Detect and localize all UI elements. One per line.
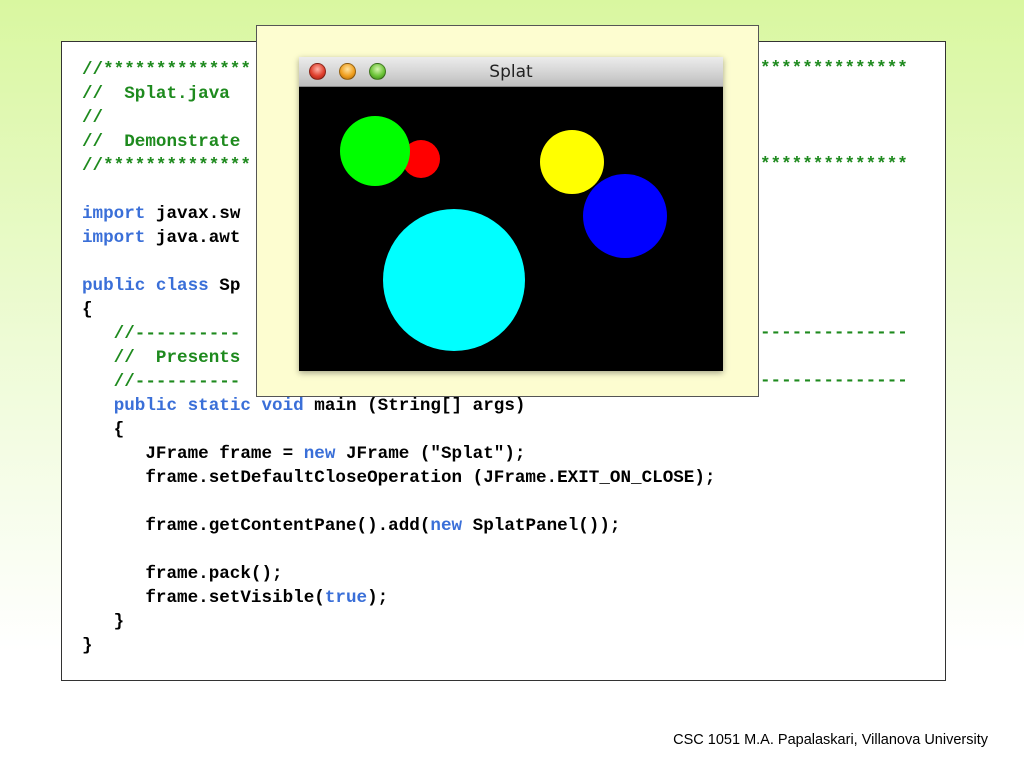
code-text: { [82, 300, 93, 320]
code-fragment-2: ************** [760, 155, 908, 175]
splat-circle [340, 116, 410, 186]
code-line: frame.pack(); [82, 562, 715, 586]
code-line: } [82, 610, 715, 634]
code-comment: //************** [82, 60, 251, 80]
code-text: frame.getContentPane().add( [82, 516, 431, 536]
code-comment: // Demonstrate [82, 132, 241, 152]
code-line: JFrame frame = new JFrame ("Splat"); [82, 442, 715, 466]
code-line: frame.setVisible(true); [82, 586, 715, 610]
code-comment: // Splat.java [82, 84, 230, 104]
code-line: } [82, 634, 715, 658]
code-text: Sp [208, 276, 241, 296]
code-line: frame.setDefaultCloseOperation (JFrame.E… [82, 466, 715, 490]
window-title: Splat [489, 62, 533, 82]
code-comment: // [82, 108, 104, 128]
code-text: ); [367, 588, 389, 608]
code-keyword: public class [82, 276, 209, 296]
code-text: frame.pack(); [82, 564, 283, 584]
code-keyword: import [82, 228, 146, 248]
code-text: JFrame frame = [82, 444, 304, 464]
code-text: JFrame ("Splat"); [335, 444, 526, 464]
code-keyword: import [82, 204, 146, 224]
code-text: } [82, 612, 125, 632]
code-text: } [82, 636, 93, 656]
code-keyword: new [430, 516, 463, 536]
screenshot-overlay: Splat [256, 25, 759, 397]
code-keyword: true [324, 588, 368, 608]
code-keyword: new [303, 444, 336, 464]
code-text: frame.setDefaultCloseOperation (JFrame.E… [82, 468, 716, 488]
code-fragment-3: -------------- [760, 323, 908, 343]
window-titlebar[interactable]: Splat [299, 57, 723, 87]
code-text: SplatPanel()); [462, 516, 621, 536]
code-text: frame.setVisible( [82, 588, 325, 608]
code-comment: //---------- [82, 324, 241, 344]
code-fragment-1: ************** [760, 59, 908, 79]
code-text: { [82, 420, 125, 440]
splat-circle [583, 174, 667, 258]
code-keyword: public static void [113, 396, 304, 416]
splat-panel-canvas [299, 87, 723, 371]
code-text: javax.sw [145, 204, 241, 224]
splat-window[interactable]: Splat [299, 57, 723, 371]
code-line: public static void main (String[] args) [82, 394, 715, 418]
code-comment: // Presents [82, 348, 241, 368]
code-fragment-4: -------------- [760, 371, 908, 391]
slide-footer: CSC 1051 M.A. Papalaskari, Villanova Uni… [673, 732, 988, 748]
code-text: main (String[] args) [303, 396, 526, 416]
code-comment: //---------- [82, 372, 241, 392]
code-line: { [82, 418, 715, 442]
code-line: frame.getContentPane().add(new SplatPane… [82, 514, 715, 538]
splat-drawing [340, 116, 667, 351]
code-text: java.awt [145, 228, 241, 248]
splat-circle [383, 209, 525, 351]
splat-circle [540, 130, 604, 194]
code-comment: //************** [82, 156, 251, 176]
